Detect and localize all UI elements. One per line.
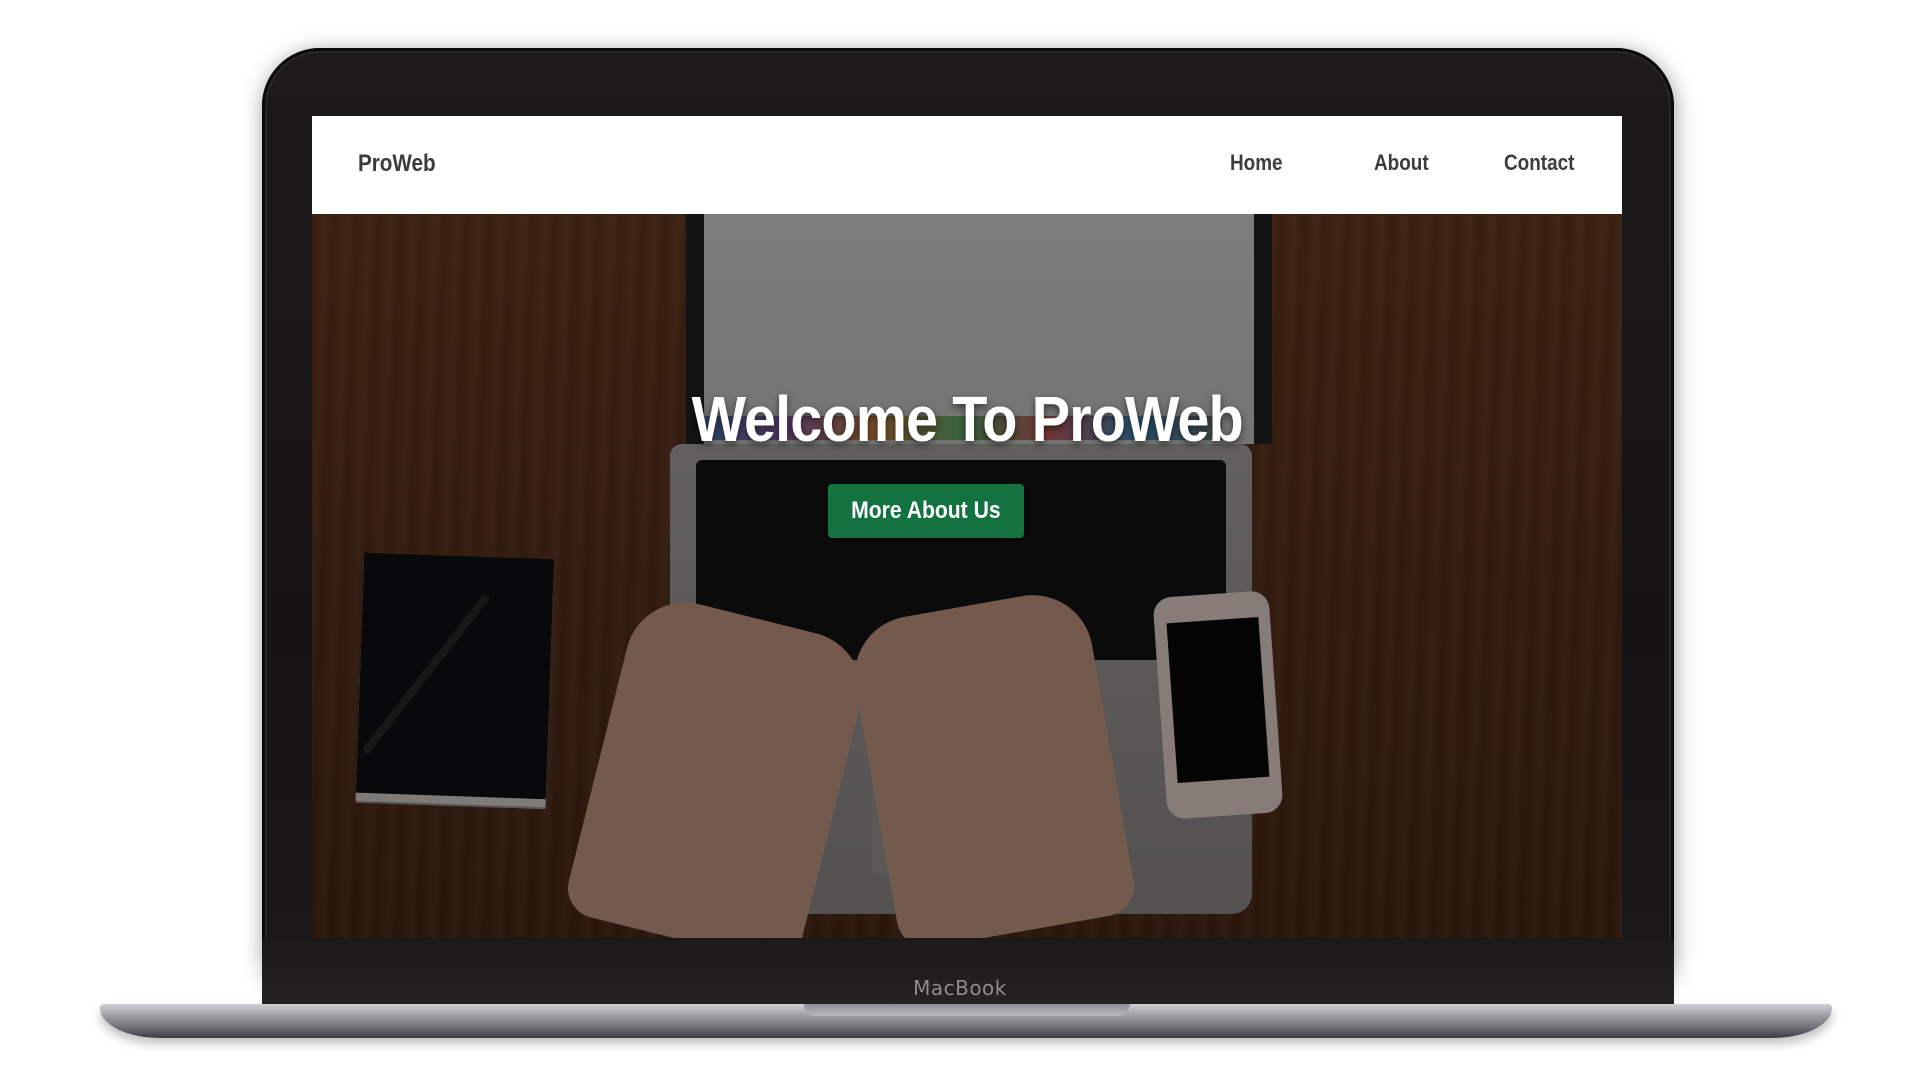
nav-links: Home About Contact (312, 150, 1622, 180)
hero-section: Welcome To ProWeb More About Us (312, 214, 1622, 938)
laptop-base-notch (804, 1004, 1130, 1016)
hero-title-text: Welcome To ProWeb (691, 383, 1243, 455)
more-about-us-button-label: More About Us (851, 497, 1001, 524)
laptop-screen: Welcome To ProWeb More About Us ProWeb H… (312, 116, 1622, 938)
nav-link-home[interactable]: Home (1230, 150, 1283, 176)
site-navbar: ProWeb Home About Contact (312, 116, 1622, 214)
nav-link-about[interactable]: About (1374, 150, 1429, 176)
hero-overlay (312, 214, 1622, 938)
hero-title: Welcome To ProWeb (312, 382, 1622, 456)
macbook-label: MacBook (913, 976, 1007, 1000)
more-about-us-button[interactable]: More About Us (828, 484, 1024, 538)
nav-link-contact[interactable]: Contact (1504, 150, 1574, 176)
